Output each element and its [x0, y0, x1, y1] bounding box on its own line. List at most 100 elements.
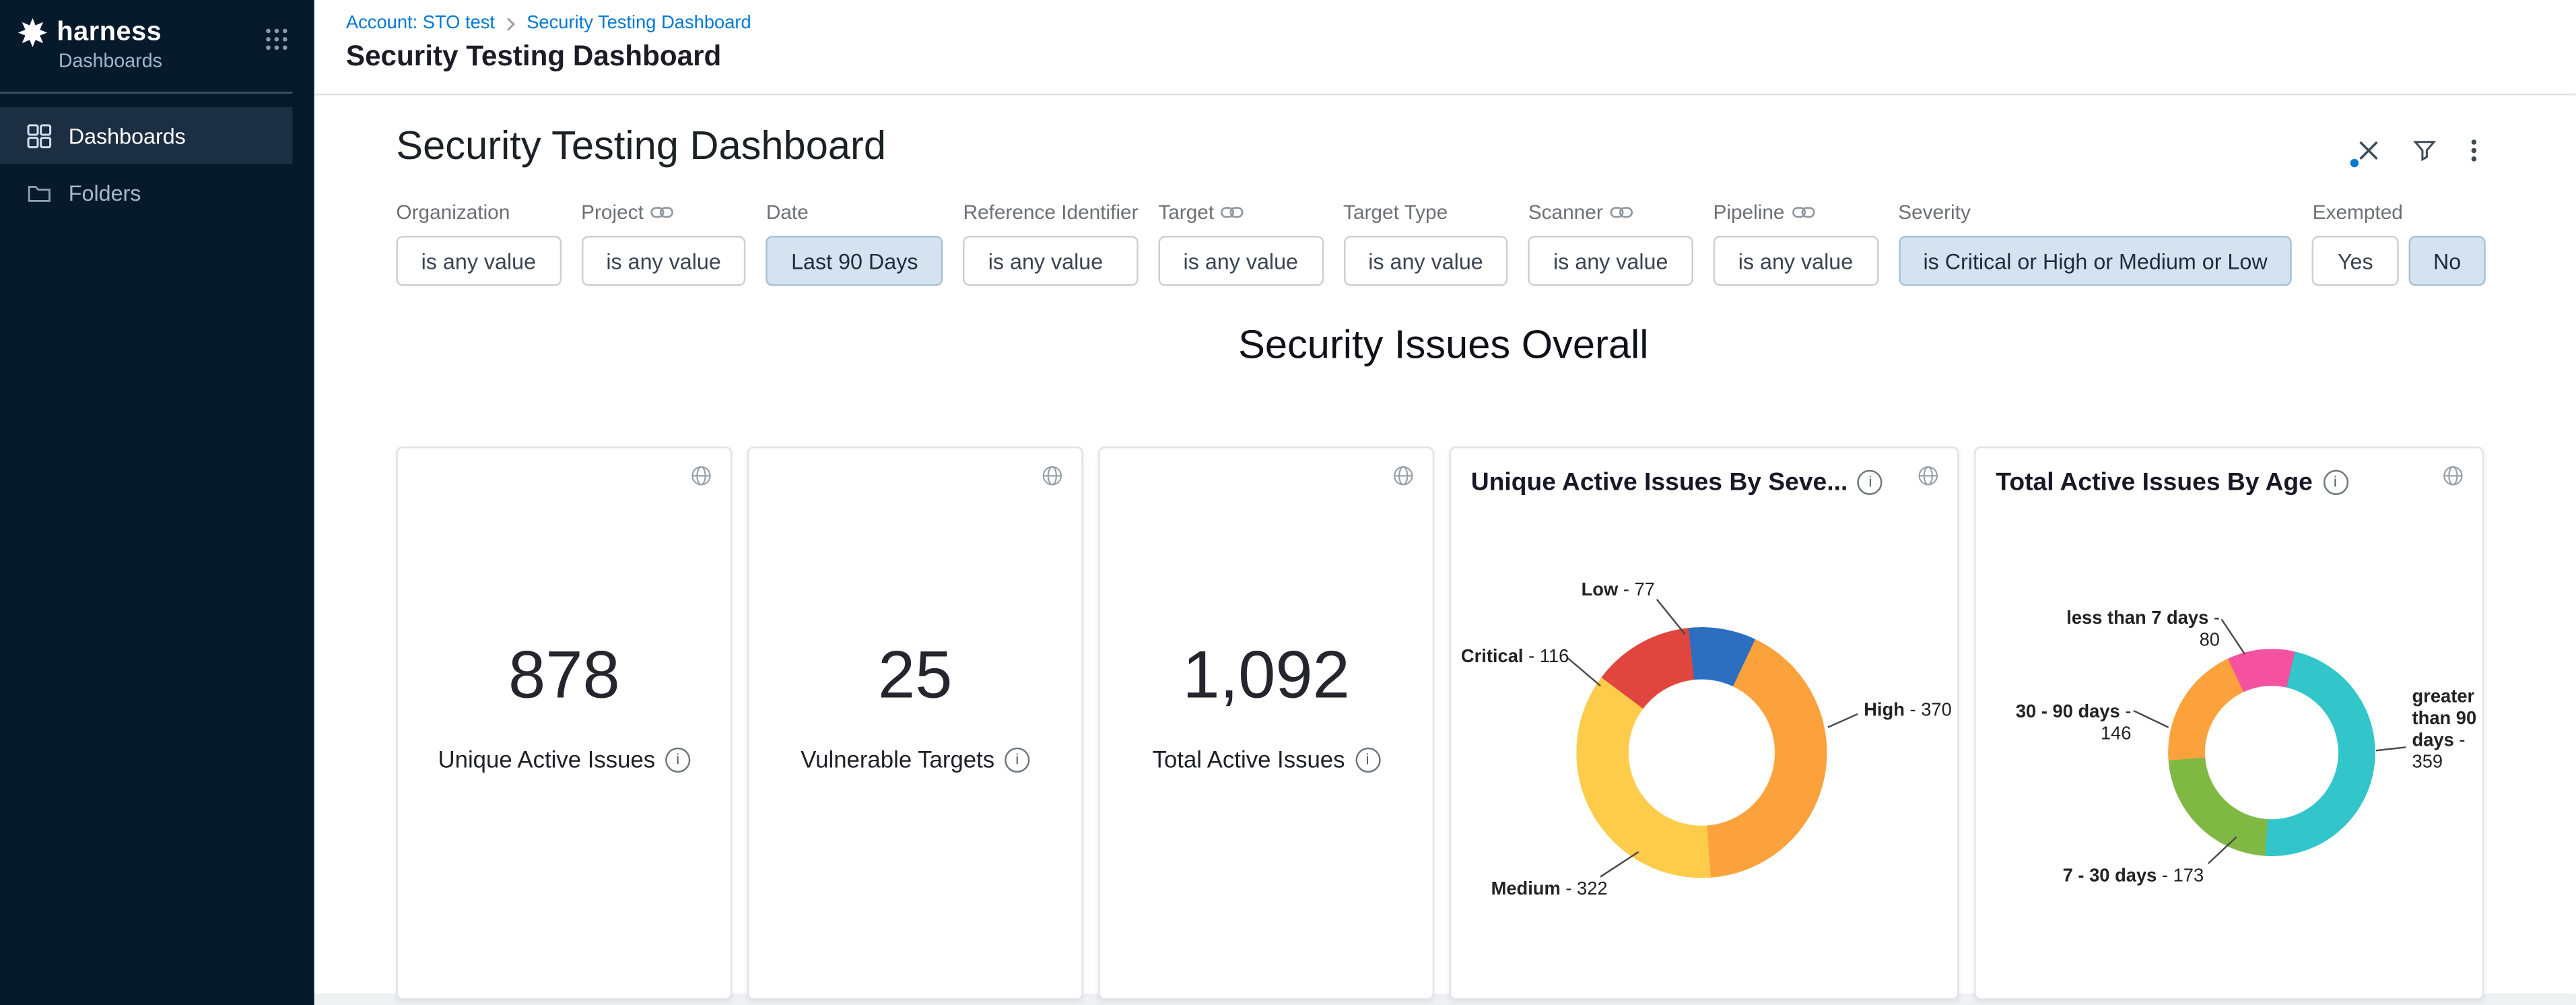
close-icon[interactable] — [2359, 141, 2379, 161]
filter-label: Target Type — [1343, 201, 1448, 224]
dashboards-grid-icon — [27, 123, 52, 148]
callout-high: High - 370 — [1864, 701, 1952, 722]
section-title: Security Issues Overall — [396, 323, 2490, 370]
page-title: Security Testing Dashboard — [346, 40, 2576, 74]
filter-scanner: Scanner is any value — [1528, 201, 1693, 286]
filter-label: Exempted — [2313, 201, 2403, 224]
stat-value: 1,092 — [1182, 642, 1350, 709]
sidebar: harness Dashboards Dashboards Folders — [0, 0, 314, 1005]
content-column: Account: STO test Security Testing Dashb… — [314, 0, 2576, 1005]
sidebar-item-folders[interactable]: Folders — [0, 164, 292, 220]
filter-organization: Organization is any value — [396, 201, 561, 286]
info-icon[interactable]: i — [1355, 747, 1380, 772]
callout-greater-than-90-days: greater than 90 days - 359 — [2412, 687, 2482, 774]
filter-severity: Severity is Critical or High or Medium o… — [1898, 201, 2293, 286]
app-root: harness Dashboards Dashboards Folders — [0, 0, 2576, 1005]
stat-label-text: Vulnerable Targets — [801, 746, 994, 773]
filter-label: Target — [1158, 201, 1214, 224]
dashboard-panel: Security Testing Dashboard — [314, 96, 2576, 994]
globe-icon[interactable] — [690, 465, 712, 495]
chart-title: Unique Active Issues By Seve... — [1471, 468, 1848, 496]
breadcrumb-chevron-icon — [505, 16, 516, 31]
exempted-no-button[interactable]: No — [2408, 236, 2486, 286]
stat-label-text: Unique Active Issues — [438, 746, 656, 773]
callout-7-30-days: 7 - 30 days - 173 — [2063, 866, 2204, 888]
filter-pipeline-value[interactable]: is any value — [1713, 236, 1878, 286]
severity-donut-chart[interactable] — [1576, 627, 1827, 878]
breadcrumb: Account: STO test Security Testing Dashb… — [346, 13, 2576, 34]
chart-tile-unique-active-issues-by-severity: Unique Active Issues By Seve... i Low - … — [1450, 447, 1959, 1000]
sidebar-header: harness Dashboards — [0, 0, 292, 94]
filter-funnel-icon[interactable] — [2412, 139, 2437, 162]
stat-value: 878 — [508, 642, 620, 709]
filter-label: Scanner — [1528, 201, 1603, 224]
chain-link-icon — [1791, 205, 1815, 219]
dashboard-title: Security Testing Dashboard — [396, 122, 886, 170]
kebab-menu-icon[interactable] — [2470, 139, 2477, 162]
sidebar-module-title: Dashboards — [59, 52, 273, 72]
app-launcher-icon[interactable] — [264, 27, 289, 61]
stat-label-text: Total Active Issues — [1153, 746, 1345, 773]
breadcrumb-page-link[interactable]: Security Testing Dashboard — [527, 13, 751, 34]
filter-organization-value[interactable]: is any value — [396, 236, 561, 286]
callout-critical: Critical - 116 — [1461, 647, 1569, 669]
info-icon[interactable]: i — [2323, 470, 2348, 495]
top-header: Account: STO test Security Testing Dashb… — [314, 0, 2576, 96]
info-icon[interactable]: i — [1858, 470, 1883, 495]
callout-medium: Medium - 322 — [1491, 880, 1608, 901]
filter-scanner-value[interactable]: is any value — [1528, 236, 1693, 286]
stat-tile-unique-active-issues: 878 Unique Active Issues i — [396, 447, 732, 1000]
filter-reference-identifier: Reference Identifier is any value — [963, 201, 1139, 286]
filter-indicator-dot — [2350, 159, 2359, 167]
info-icon[interactable]: i — [1005, 747, 1029, 772]
stat-label: Total Active Issues i — [1153, 746, 1380, 773]
main-area: Security Testing Dashboard — [314, 96, 2576, 1005]
filter-bar: Organization is any value Project is any… — [396, 201, 2490, 286]
filter-target: Target is any value — [1158, 201, 1323, 286]
globe-icon[interactable] — [1392, 465, 1414, 495]
folder-icon — [27, 180, 52, 205]
stat-label: Vulnerable Targets i — [801, 746, 1029, 773]
filter-label: Pipeline — [1713, 201, 1784, 224]
filter-label: Severity — [1898, 201, 1971, 224]
info-icon[interactable]: i — [665, 747, 690, 772]
chain-link-icon — [1221, 205, 1244, 219]
filter-reference-identifier-value[interactable]: is any value — [963, 236, 1139, 286]
filter-exempted: Exempted Yes No — [2313, 201, 2486, 286]
filter-target-value[interactable]: is any value — [1158, 236, 1323, 286]
filter-target-type-value[interactable]: is any value — [1343, 236, 1508, 286]
callout-low: Low - 77 — [1501, 580, 1654, 602]
filter-target-type: Target Type is any value — [1343, 201, 1508, 286]
exempted-yes-button[interactable]: Yes — [2313, 236, 2398, 286]
callout-30-90-days: 30 - 90 days - 146 — [1984, 703, 2131, 746]
filter-severity-value[interactable]: is Critical or High or Medium or Low — [1898, 236, 2293, 286]
breadcrumb-account-link[interactable]: Account: STO test — [346, 13, 495, 34]
filter-label: Project — [581, 201, 644, 224]
sidebar-item-label: Dashboards — [69, 123, 186, 148]
age-donut-chart[interactable] — [2168, 649, 2375, 856]
sidebar-nav: Dashboards Folders — [0, 107, 314, 221]
stat-tile-total-active-issues: 1,092 Total Active Issues i — [1098, 447, 1434, 1000]
chain-link-icon — [1610, 205, 1633, 219]
harness-logo-icon[interactable] — [17, 17, 48, 48]
filter-pipeline: Pipeline is any value — [1713, 201, 1878, 286]
chart-tile-total-active-issues-by-age: Total Active Issues By Age i less than 7… — [1974, 447, 2484, 1000]
stat-label: Unique Active Issues i — [438, 746, 691, 773]
stat-tile-vulnerable-targets: 25 Vulnerable Targets i — [747, 447, 1083, 1000]
stat-value: 25 — [878, 642, 952, 709]
filter-project: Project is any value — [581, 201, 746, 286]
filter-label: Organization — [396, 201, 510, 224]
chart-title: Total Active Issues By Age — [1996, 468, 2313, 496]
filter-label: Reference Identifier — [963, 201, 1139, 224]
globe-icon[interactable] — [1042, 465, 1063, 495]
filter-date: Date Last 90 Days — [766, 201, 943, 286]
filter-project-value[interactable]: is any value — [581, 236, 746, 286]
chain-link-icon — [650, 205, 674, 219]
filter-label: Date — [766, 201, 809, 224]
filter-date-value[interactable]: Last 90 Days — [766, 236, 943, 286]
brand-name: harness — [57, 18, 162, 48]
sidebar-item-dashboards[interactable]: Dashboards — [0, 107, 292, 164]
sidebar-item-label: Folders — [69, 180, 141, 205]
tiles-row: 878 Unique Active Issues i 25 Vulnerable… — [396, 447, 2490, 1000]
callout-less-than-7-days: less than 7 days - 80 — [2043, 609, 2220, 652]
